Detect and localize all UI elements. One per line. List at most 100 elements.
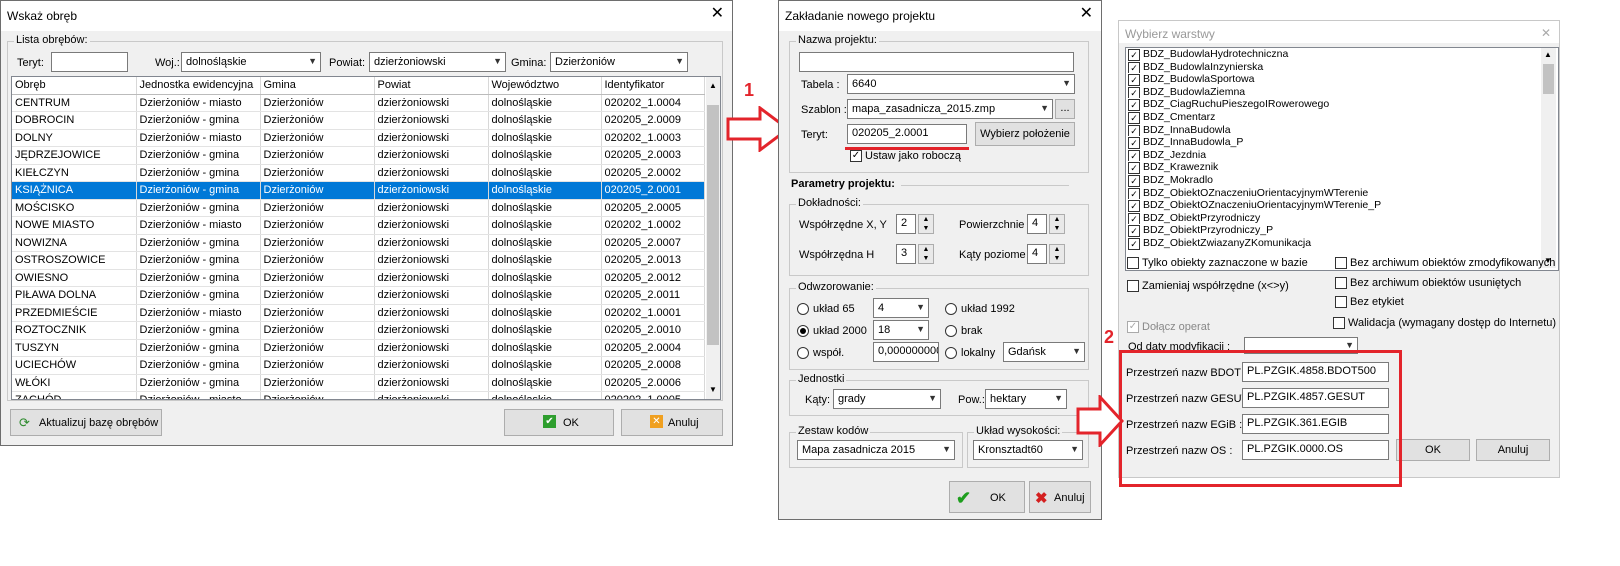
lokalny-radio[interactable]	[945, 347, 957, 359]
layer-checkbox[interactable]: ✓	[1128, 61, 1140, 74]
tabela-select[interactable]: 6640 ▼	[847, 74, 1075, 94]
layer-item[interactable]: ✓ BDZ_Cmentarz	[1128, 111, 1538, 124]
column-header[interactable]: Gmina	[260, 77, 375, 95]
layer-item[interactable]: ✓ BDZ_Jezdnia	[1128, 149, 1538, 162]
layer-checkbox[interactable]: ✓	[1128, 149, 1140, 162]
layer-checkbox[interactable]: ✓	[1128, 49, 1140, 61]
layer-checkbox[interactable]: ✓	[1128, 238, 1140, 250]
uklad65-radio[interactable]	[797, 303, 809, 315]
layer-item[interactable]: ✓ BDZ_BudowlaInzynierska	[1128, 61, 1538, 74]
column-header[interactable]: Obręb	[12, 77, 137, 95]
layer-checkbox[interactable]: ✓	[1128, 124, 1140, 137]
scroll-thumb[interactable]	[707, 105, 719, 345]
ok-button[interactable]: ✔ OK	[949, 481, 1025, 513]
powierzchnie-input[interactable]: 4	[1027, 214, 1047, 234]
walidacja-checkbox[interactable]	[1333, 317, 1345, 329]
layer-item[interactable]: ✓ BDZ_BudowlaHydrotechniczna	[1128, 48, 1538, 61]
zamieniaj-checkbox[interactable]	[1127, 280, 1139, 292]
column-header[interactable]: Powiat	[374, 77, 489, 95]
table-row[interactable]: MOŚCISKO Dzierżoniów - gmina Dzierżoniów dz…	[12, 199, 705, 217]
layer-checkbox[interactable]: ✓	[1128, 99, 1140, 111]
title-bar[interactable]: Zakładanie nowego projektu ✕	[779, 1, 1101, 31]
column-header[interactable]: Jednostka ewidencyjna	[136, 77, 261, 95]
layer-checkbox[interactable]: ✓	[1128, 200, 1140, 212]
update-database-button[interactable]: ⟳ Aktualizuj bazę obrębów	[10, 409, 162, 436]
ok-button[interactable]: ✔ OK	[504, 409, 614, 436]
teryt-input[interactable]: 020205_2.0001	[847, 124, 967, 144]
cancel-button[interactable]: ✖ Anuluj	[1029, 481, 1091, 513]
cancel-button[interactable]: Anuluj	[1476, 439, 1550, 461]
table-row[interactable]: ZACHÓDDzierżoniów - miastoDzierżoniówdzi…	[12, 391, 705, 399]
scroll-up-icon[interactable]: ▲	[1544, 50, 1552, 59]
bez-zmod-checkbox[interactable]	[1335, 257, 1347, 269]
wspol-radio[interactable]	[797, 347, 809, 359]
close-icon[interactable]: ✕	[1541, 25, 1551, 41]
layer-item[interactable]: ✓ BDZ_Mokradlo	[1128, 174, 1538, 187]
bez-etykiet-checkbox[interactable]	[1335, 296, 1347, 308]
layer-item[interactable]: ✓ BDZ_ObiektOZnaczeniuOrientacyjnymWTeren…	[1128, 187, 1538, 200]
bez-usun-checkbox[interactable]	[1335, 277, 1347, 289]
cancel-button[interactable]: ✕ Anuluj	[621, 409, 723, 436]
layer-checkbox[interactable]: ✓	[1128, 112, 1140, 124]
katy-poziome-input[interactable]: 4	[1027, 244, 1047, 264]
wybierz-polozenie-button[interactable]: Wybierz położenie	[975, 122, 1075, 146]
close-icon[interactable]: ✕	[1080, 6, 1093, 22]
szablon-select[interactable]: mapa_zasadnicza_2015.zmp ▼	[847, 99, 1053, 119]
project-name-input[interactable]	[799, 52, 1074, 72]
layer-checkbox[interactable]: ✓	[1128, 175, 1140, 187]
dolacz-checkbox[interactable]: ✓	[1127, 321, 1139, 333]
table-row[interactable]: TUSZYN Dzierżoniów - gmina Dzierżoniów dzie…	[12, 339, 705, 357]
table-row[interactable]: WŁÓKI Dzierżoniów - gmina Dzierżoniów dzier…	[12, 374, 705, 392]
teryt-input[interactable]	[51, 52, 128, 72]
katy-select[interactable]: grady ▼	[833, 389, 941, 409]
katy-poziome-spinner[interactable]: ▲ ▼	[1049, 244, 1065, 264]
table-row[interactable]: OSTROSZOWICE Dzierżoniów - gmina Dzierżoni…	[12, 251, 705, 270]
title-bar[interactable]: Wskaż obręb ✕	[1, 1, 732, 31]
tylko-checkbox[interactable]	[1127, 257, 1139, 269]
layer-item[interactable]: ✓ BDZ_BudowlaZiemna	[1128, 86, 1538, 99]
gmina-select[interactable]: Dzierżoniów ▼	[550, 52, 688, 72]
table-row[interactable]: DOLNY Dzierżoniów - miasto Dzierżoniów dzie…	[12, 129, 705, 147]
uklad-wysokosci-select[interactable]: Kronsztadt60 ▼	[973, 440, 1083, 460]
uklad65-select[interactable]: 4 ▼	[873, 298, 929, 318]
layer-item[interactable]: ✓ BDZ_ObiektPrzyrodniczy	[1128, 212, 1538, 225]
powiat-select[interactable]: dzierżoniowski ▼	[369, 52, 506, 72]
layer-checkbox[interactable]: ✓	[1128, 187, 1140, 200]
wsp-xy-spinner[interactable]: ▲ ▼	[918, 214, 934, 234]
vertical-scrollbar[interactable]: ▲ ▼	[706, 77, 720, 399]
column-header[interactable]: Identyfikator	[601, 77, 705, 95]
layer-item[interactable]: ✓ BDZ_ObiektZwiazanyZKomunikacja	[1128, 237, 1538, 250]
table-row[interactable]: ROZTOCZNIK Dzierżoniów - gmina Dzierżoniów…	[12, 321, 705, 340]
layer-checkbox[interactable]: ✓	[1128, 137, 1140, 149]
layer-item[interactable]: ✓ BDZ_InnaBudowla_P	[1128, 136, 1538, 149]
layer-item[interactable]: ✓ BDZ_InnaBudowla	[1128, 124, 1538, 137]
uklad1992-radio[interactable]	[945, 303, 957, 315]
zestaw-select[interactable]: Mapa zasadnicza 2015 ▼	[797, 440, 955, 460]
layer-item[interactable]: ✓ BDZ_CiagRuchuPieszegoIRowerowego	[1128, 98, 1538, 111]
layer-item[interactable]: ✓ BDZ_BudowlaSportowa	[1128, 73, 1538, 86]
uklad2000-radio[interactable]	[797, 325, 809, 337]
table-row[interactable]: DOBROCIN Dzierżoniów - gmina Dzierżoniów dz…	[12, 111, 705, 130]
szablon-browse-button[interactable]: ...	[1055, 99, 1075, 119]
scroll-down-icon[interactable]: ▼	[709, 385, 717, 394]
woj-select[interactable]: dolnośląskie ▼	[181, 52, 321, 72]
brak-radio[interactable]	[945, 325, 957, 337]
uklad2000-select[interactable]: 18 ▼	[873, 320, 929, 340]
table-row[interactable]: PIŁAWA DOLNA Dzierżoniów - gmina Dzierżoni…	[12, 286, 705, 305]
table-row[interactable]: OWIESNO Dzierżoniów - gmina Dzierżoniów dzi…	[12, 269, 705, 287]
table-row[interactable]: PRZEDMIEŚCIE Dzierżoniów - miasto Dzierżon…	[12, 304, 705, 322]
layer-item[interactable]: ✓ BDZ_ObiektOZnaczeniuOrientacyjnymWTeren…	[1128, 199, 1538, 212]
scroll-up-icon[interactable]: ▲	[709, 81, 717, 90]
layer-item[interactable]: ✓ BDZ_Kraweznik	[1128, 161, 1538, 174]
column-header[interactable]: Województwo	[488, 77, 602, 95]
scroll-thumb[interactable]	[1543, 64, 1554, 94]
title-bar[interactable]: Wybierz warstwy ✕	[1119, 21, 1559, 43]
pow-select[interactable]: hektary ▼	[985, 389, 1067, 409]
powierzchnie-spinner[interactable]: ▲ ▼	[1049, 214, 1065, 234]
table-row[interactable]: KIEŁCZYN Dzierżoniów - gmina Dzierżoniów dz…	[12, 164, 705, 182]
table-row[interactable]: UCIECHÓW Dzierżoniów - gmina Dzierżoniów dz…	[12, 356, 705, 375]
table-row[interactable]: NOWIZNA Dzierżoniów - gmina Dzierżoniów dzi…	[12, 234, 705, 252]
wsp-xy-input[interactable]: 2	[896, 214, 916, 234]
lokalny-select[interactable]: Gdańsk ▼	[1003, 342, 1085, 362]
layer-checkbox[interactable]: ✓	[1128, 225, 1140, 237]
